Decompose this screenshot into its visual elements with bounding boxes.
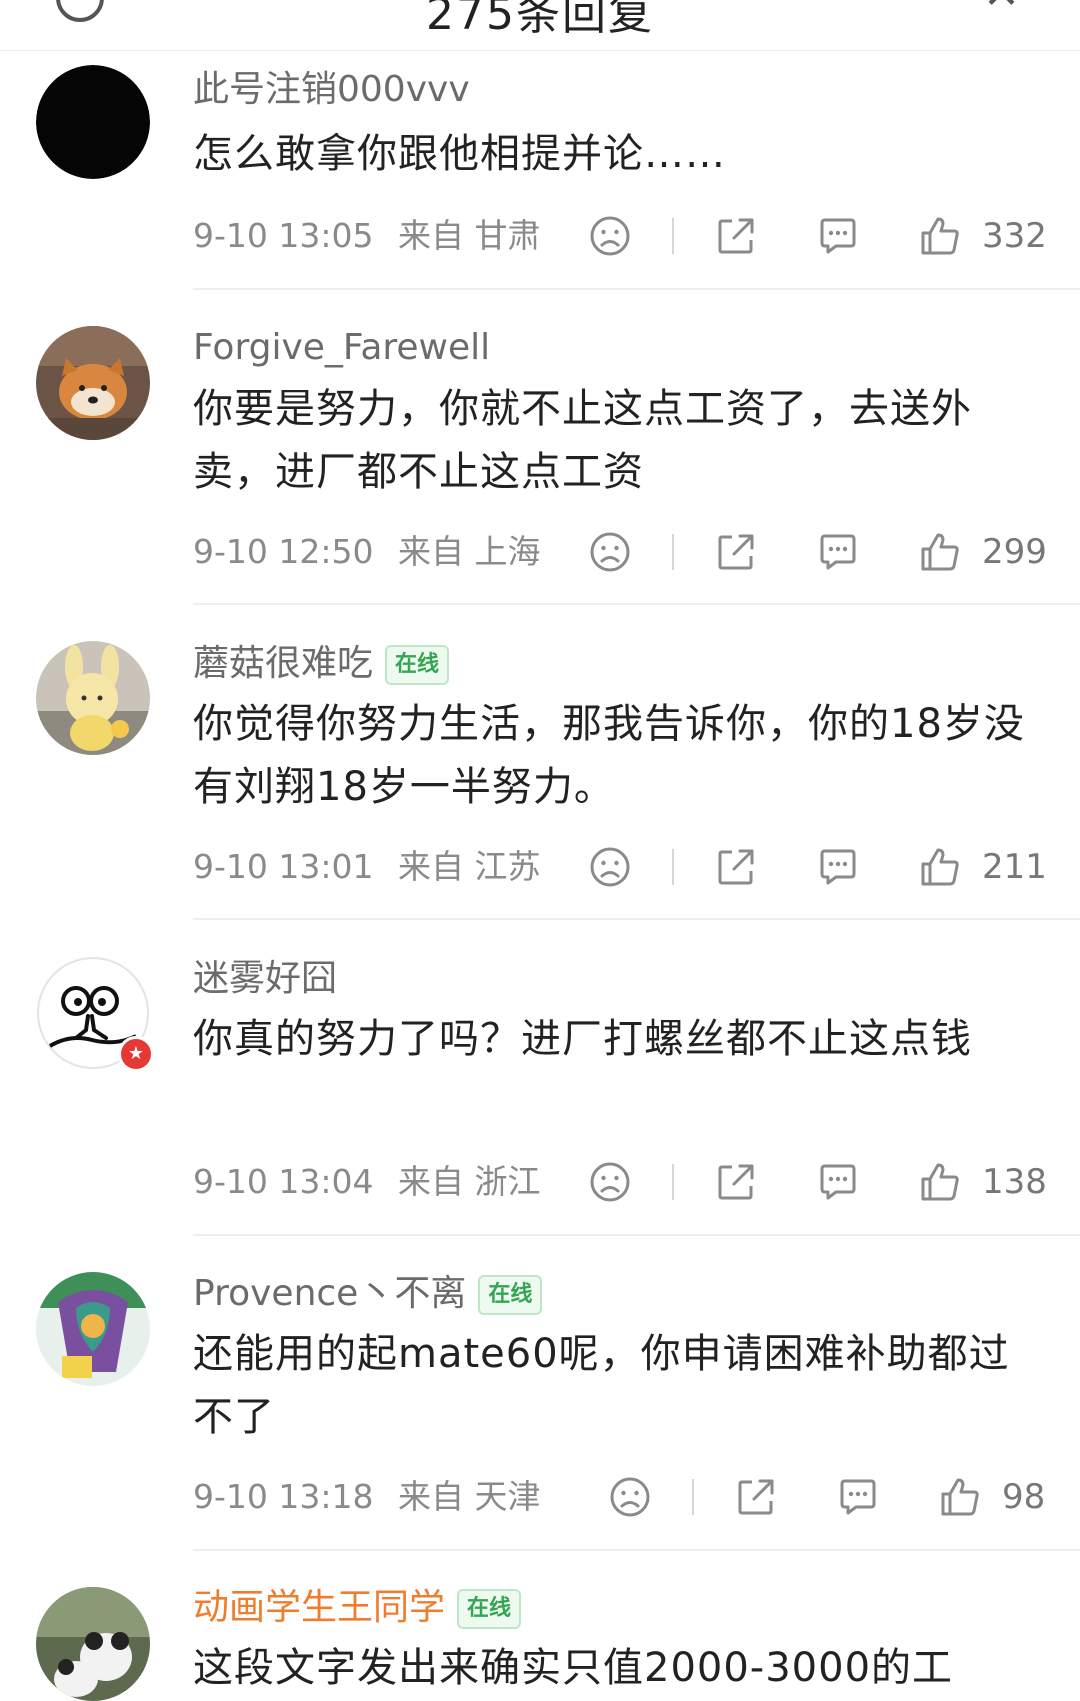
username-text[interactable]: 此号注销000vvv [193,69,470,110]
thumbs-up-icon[interactable] [918,1160,962,1204]
comment-location: 来自 浙江 [398,1162,541,1201]
comment-text: 你觉得你努力生活，那我告诉你，你的18岁没有刘翔18岁一半努力。 [193,701,1025,810]
comment-bubble-icon[interactable] [816,845,860,889]
divider-bar [672,849,674,885]
avatar[interactable] [36,1587,150,1701]
online-badge: 在线 [478,1275,543,1315]
share-icon[interactable] [714,214,758,258]
thumbs-up-icon[interactable] [938,1475,982,1519]
comment-divider [193,1549,1080,1551]
username[interactable]: Provence丶不离 在线 [193,1272,543,1316]
page-title: 275条回复 [426,0,654,40]
username[interactable]: 动画学生王同学 在线 [193,1586,522,1630]
divider-bar [692,1479,694,1515]
thumbs-up-icon[interactable] [918,845,962,889]
like-count: 98 [1002,1477,1046,1517]
comment-time: 9-10 13:04 [193,1162,374,1201]
avatar[interactable] [36,65,150,179]
divider-bar [672,1164,674,1200]
comment-meta: 9-10 12:50 来自 上海 [193,530,541,574]
comment-location: 来自 甘肃 [398,216,541,255]
comment-divider [193,1234,1080,1236]
top-bar: 275条回复 ✕ [0,0,1080,51]
comment-text: 还能用的起mate60呢，你申请困难补助都过不了 [193,1331,1010,1440]
frown-face-icon[interactable] [608,1475,652,1519]
thumbs-up-icon[interactable] [918,530,962,574]
comment-meta: 9-10 13:04 来自 浙江 [193,1160,541,1204]
comment-meta: 9-10 13:05 来自 甘肃 [193,214,541,258]
username-text[interactable]: Provence丶不离 [193,1273,466,1314]
avatar[interactable] [36,326,150,440]
thumbs-up-icon[interactable] [918,214,962,258]
close-icon[interactable]: ✕ [983,0,1020,19]
comment-meta: 9-10 13:18 来自 天津 [193,1475,541,1519]
like-count: 299 [982,532,1047,572]
divider-bar [672,534,674,570]
comment-bubble-icon[interactable] [816,214,860,258]
frown-face-icon[interactable] [588,845,632,889]
avatar[interactable] [36,641,150,755]
online-badge: 在线 [457,1589,522,1629]
avatar[interactable] [36,1272,150,1386]
comment-divider [193,288,1080,290]
online-badge: 在线 [385,645,450,685]
comment-bubble-icon[interactable] [816,530,860,574]
username-text[interactable]: 动画学生王同学 [193,1587,445,1628]
comment-text: 你真的努力了吗？进厂打螺丝都不止这点钱 [193,1016,972,1062]
comment-time: 9-10 12:50 [193,532,374,571]
comment-text: 你要是努力，你就不止这点工资了，去送外卖，进厂都不止这点工资 [193,386,972,495]
comment-divider [193,603,1080,605]
frown-face-icon[interactable] [588,1160,632,1204]
comment-divider [193,918,1080,920]
comment-text: 怎么敢拿你跟他相提并论…… [193,131,726,177]
comment-meta: 9-10 13:01 来自 江苏 [193,845,541,889]
username-text[interactable]: 迷雾好囧 [193,958,337,999]
like-count: 332 [982,216,1047,256]
comment-text: 这段文字发出来确实只值2000-3000的工 [193,1645,954,1691]
comment-time: 9-10 13:18 [193,1477,374,1516]
verified-badge-icon: ★ [118,1036,154,1072]
share-icon[interactable] [734,1475,778,1519]
username[interactable]: 此号注销000vvv [193,68,470,112]
username-text[interactable]: 蘑菇很难吃 [193,643,373,684]
like-count: 138 [982,1162,1047,1202]
frown-face-icon[interactable] [588,214,632,258]
comment-bubble-icon[interactable] [816,1160,860,1204]
share-icon[interactable] [714,530,758,574]
share-icon[interactable] [714,1160,758,1204]
comment-location: 来自 天津 [398,1477,541,1516]
frown-face-icon[interactable] [588,530,632,574]
comment-location: 来自 上海 [398,532,541,571]
username-text[interactable]: Forgive_Farewell [193,327,490,368]
divider-bar [672,218,674,254]
comment-time: 9-10 13:05 [193,216,374,255]
comment-time: 9-10 13:01 [193,847,374,886]
username[interactable]: Forgive_Farewell [193,326,490,370]
username[interactable]: 蘑菇很难吃 在线 [193,642,450,686]
username[interactable]: 迷雾好囧 [193,957,337,1001]
comment-location: 来自 江苏 [398,847,541,886]
comment-bubble-icon[interactable] [836,1475,880,1519]
share-icon[interactable] [714,845,758,889]
like-count: 211 [982,847,1047,887]
